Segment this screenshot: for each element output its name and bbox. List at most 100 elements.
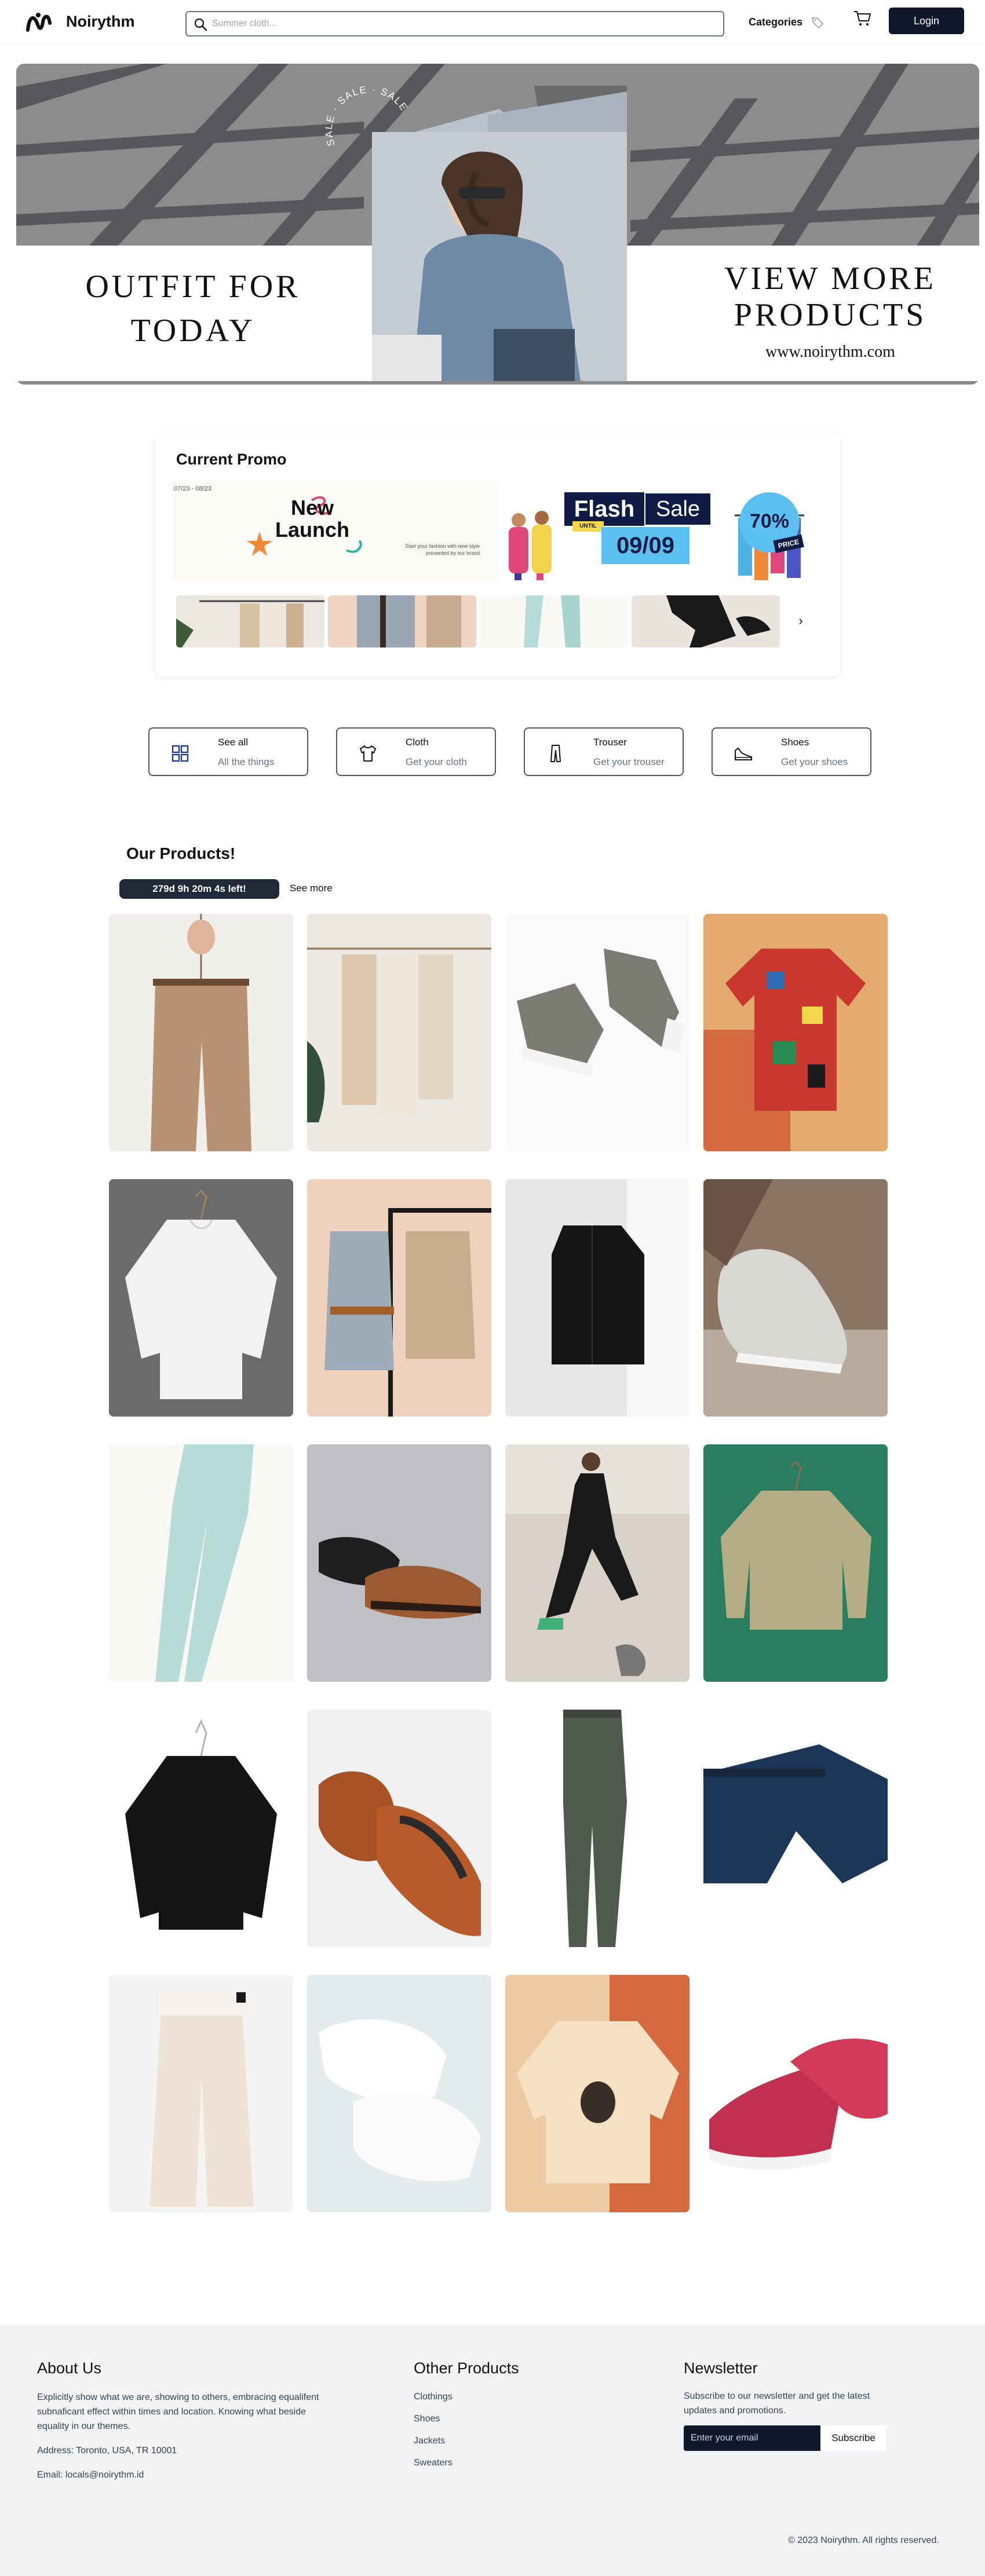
category-subtitle: Get your shoes (781, 756, 848, 767)
product-card[interactable] (307, 914, 491, 1151)
product-image (505, 1975, 690, 2212)
product-image (307, 1179, 491, 1417)
categories-menu[interactable]: Categories (749, 16, 802, 28)
promo-thumbnail[interactable] (176, 595, 324, 647)
product-image (307, 1710, 491, 1947)
product-card[interactable] (307, 1179, 491, 1417)
product-card[interactable] (505, 914, 690, 1151)
promo-title: Current Promo (176, 451, 287, 468)
promo-thumbnail[interactable] (328, 595, 476, 647)
product-card[interactable] (703, 1975, 888, 2212)
product-image (505, 1444, 690, 1682)
see-more-link[interactable]: See more (290, 883, 333, 894)
tag-icon[interactable] (811, 16, 824, 29)
category-subtitle: Get your cloth (406, 756, 467, 767)
subscribe-button[interactable]: Subscribe (820, 2425, 887, 2451)
cart-icon[interactable] (853, 9, 871, 27)
product-card[interactable] (109, 914, 293, 1151)
category-title: Trouser (593, 737, 627, 748)
email-text: Email: locals@noirythm.id (37, 2470, 144, 2480)
newsletter-title: Newsletter (684, 2359, 758, 2377)
promo-new-launch: New Launch (275, 496, 349, 541)
promo-date: 07/23 - 08/23 (174, 485, 211, 492)
product-image (505, 1179, 690, 1417)
product-image (109, 1179, 293, 1417)
promo-thumbnail[interactable] (632, 595, 780, 647)
product-card[interactable] (505, 1444, 690, 1682)
search-icon (194, 18, 207, 31)
product-image (505, 1710, 690, 1947)
product-image (109, 1710, 293, 1947)
promo-thumbnail[interactable] (480, 595, 628, 647)
footer-link-shoes[interactable]: Shoes (414, 2414, 440, 2424)
copyright-text: © 2023 Noirythm. All rights reserved. (788, 2535, 939, 2545)
product-image (703, 1710, 888, 1947)
shoe-icon (735, 748, 752, 760)
promo-until: UNTIL (572, 521, 604, 532)
product-image (703, 1179, 888, 1417)
hero-url[interactable]: www.noirythm.com (688, 343, 972, 361)
other-products-title: Other Products (414, 2359, 519, 2377)
product-card[interactable] (109, 1975, 293, 2212)
product-card[interactable] (109, 1179, 293, 1417)
navbar: Noirythm Categories Login (0, 0, 985, 44)
product-card[interactable] (307, 1444, 491, 1682)
product-card[interactable] (505, 1710, 690, 1947)
product-image (109, 914, 293, 1151)
footer-link-sweaters[interactable]: Sweaters (414, 2458, 453, 2468)
product-image (307, 914, 491, 1151)
product-image (109, 1444, 293, 1682)
hero-model-image (372, 86, 627, 381)
hero-view-more-text[interactable]: VIEW MORE PRODUCTS (688, 261, 972, 333)
countdown-badge: 279d 9h 20m 4s left! (119, 879, 279, 899)
product-card[interactable] (703, 1444, 888, 1682)
about-us-text: Explicitly show what we are, showing to … (37, 2392, 319, 2431)
product-image (307, 1975, 491, 2212)
footer: About Us Explicitly show what we are, sh… (0, 2325, 985, 2576)
category-cloth[interactable]: Cloth Get your cloth (336, 727, 496, 776)
category-see-all[interactable]: See all All the things (148, 727, 308, 776)
search-input[interactable] (212, 16, 710, 32)
hero-outfit-text: OUTFIT FOR TODAY (85, 269, 301, 349)
promo-sale: Sale (645, 493, 710, 525)
category-title: See all (218, 737, 248, 748)
login-button[interactable]: Login (889, 8, 964, 34)
category-title: Cloth (406, 737, 429, 748)
category-subtitle: All the things (218, 756, 275, 767)
product-image (703, 914, 888, 1151)
category-trouser[interactable]: Trouser Get your trouser (524, 727, 684, 776)
current-promo-card: Current Promo 07/23 - 08/23 New Launch S… (155, 433, 840, 676)
hero-banner[interactable]: OUTFIT FOR TODAY VIEW MORE PRODUCTS www.… (16, 64, 979, 385)
grid-icon (172, 745, 189, 762)
newsletter-text: Subscribe to our newsletter and get the … (684, 2391, 870, 2416)
product-image (505, 914, 690, 1151)
product-card[interactable] (703, 1710, 888, 1947)
chevron-right-icon[interactable]: › (793, 613, 809, 629)
newsletter-email-input[interactable] (684, 2425, 820, 2451)
product-card[interactable] (703, 914, 888, 1151)
product-card[interactable] (109, 1710, 293, 1947)
promo-flash-date: 09/09 (601, 527, 690, 564)
shirt-icon (360, 745, 376, 762)
product-card[interactable] (505, 1975, 690, 2212)
product-card[interactable] (307, 1710, 491, 1947)
product-card[interactable] (703, 1179, 888, 1417)
promo-tagline: Start your fashion with new style presen… (404, 543, 480, 556)
svg-text:SALE · SALE · SALE: SALE · SALE · SALE (323, 84, 410, 148)
footer-link-clothings[interactable]: Clothings (414, 2392, 453, 2402)
product-image (307, 1444, 491, 1682)
address-text: Address: Toronto, USA, TR 10001 (37, 2446, 177, 2456)
product-card[interactable] (307, 1975, 491, 2212)
product-image (703, 1444, 888, 1682)
product-card[interactable] (109, 1444, 293, 1682)
category-title: Shoes (781, 737, 809, 748)
logo-icon[interactable] (25, 10, 52, 35)
brand-name[interactable]: Noirythm (66, 13, 135, 31)
product-card[interactable] (505, 1179, 690, 1417)
products-title: Our Products! (126, 844, 236, 862)
footer-link-jackets[interactable]: Jackets (414, 2436, 445, 2446)
sale-arc-badge: SALE · SALE · SALE (323, 84, 410, 148)
search-bar[interactable] (185, 11, 724, 36)
category-subtitle: Get your trouser (593, 756, 665, 767)
category-shoes[interactable]: Shoes Get your shoes (712, 727, 871, 776)
